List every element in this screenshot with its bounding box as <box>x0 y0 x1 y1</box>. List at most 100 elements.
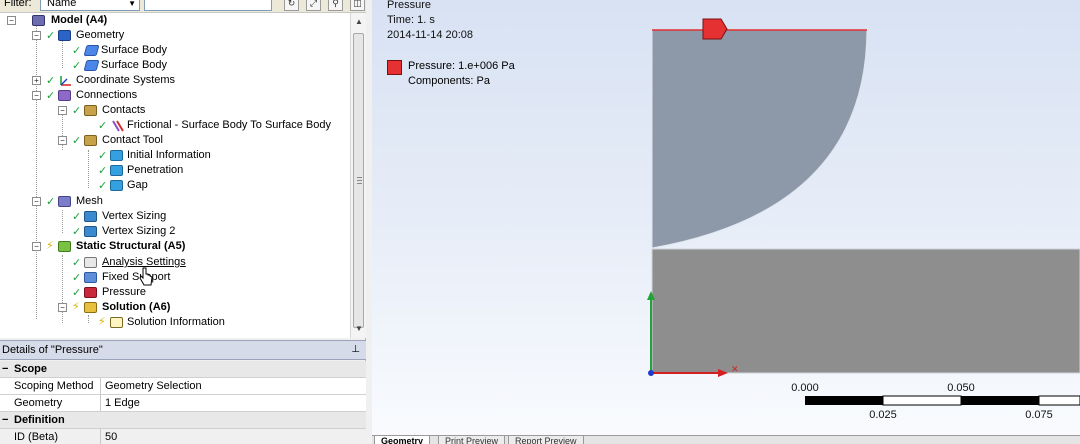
collapse-icon[interactable]: − <box>58 106 67 115</box>
tree-line <box>62 37 63 68</box>
check-icon: ✓ <box>72 226 82 238</box>
collapse-icon[interactable]: − <box>7 16 16 25</box>
scroll-down-button[interactable]: ▼ <box>352 322 366 336</box>
details-section-label: Scope <box>14 363 48 375</box>
model-icon <box>32 15 45 26</box>
details-value[interactable]: 1 Edge <box>105 395 140 411</box>
tree-item-label: Static Structural (A5) <box>76 240 186 252</box>
collapse-icon[interactable]: − <box>32 31 41 40</box>
tree-scrollbar[interactable]: ▲ ▼ <box>350 13 366 338</box>
check-icon: ✓ <box>72 45 82 57</box>
details-key: ID (Beta) <box>13 429 101 444</box>
filter-bar: Filter: Name ▼ ↻ ⤢ ⚲ ◫ <box>0 0 366 13</box>
scale-bar-segment <box>1038 395 1080 406</box>
solution-information-icon <box>110 317 123 328</box>
scroll-grip <box>357 183 362 184</box>
filter-toolbar-button-4[interactable]: ◫ <box>350 0 365 11</box>
details-table: − Scope Scoping Method Geometry Selectio… <box>0 361 366 444</box>
check-icon: ✓ <box>72 105 82 117</box>
tree-item-label: Model (A4) <box>51 14 108 26</box>
surface-body-icon <box>83 45 100 56</box>
tree-item-label: Contacts <box>102 104 146 116</box>
details-value[interactable]: 50 <box>105 429 117 444</box>
details-section-label: Definition <box>14 414 65 426</box>
collapse-icon[interactable]: − <box>32 91 41 100</box>
coordinate-axes-glyph <box>60 76 71 86</box>
collapse-icon[interactable]: − <box>2 412 8 428</box>
scroll-up-button[interactable]: ▲ <box>352 15 366 29</box>
tree-item-label: Vertex Sizing 2 <box>102 225 176 237</box>
contact-tool-icon <box>84 135 97 146</box>
static-structural-icon <box>58 241 71 252</box>
quarter-disk-body[interactable] <box>651 29 868 249</box>
refresh-icon: ↻ <box>287 0 296 8</box>
result-icon <box>110 180 123 191</box>
outline-tree: − Model (A4) − ✓ Geometry ✓ Surface Body… <box>0 13 350 338</box>
pin-icon[interactable]: ⊥ <box>351 344 360 355</box>
frictional-contact-glyph <box>112 120 124 132</box>
x-axis-cross-icon: ✕ <box>731 364 739 374</box>
lightning-icon: ⚡ <box>72 301 80 313</box>
filter-search-input[interactable] <box>144 0 272 11</box>
viewport-tabs: Geometry Print Preview Report Preview <box>372 435 1080 444</box>
filter-toolbar-button-3[interactable]: ⚲ <box>328 0 343 11</box>
details-title: Details of "Pressure" <box>2 344 103 356</box>
check-icon: ✓ <box>72 135 82 147</box>
scale-bar-segment <box>882 395 962 406</box>
check-icon: ✓ <box>98 180 108 192</box>
tab-geometry[interactable]: Geometry <box>374 436 431 444</box>
filter-select[interactable]: Name ▼ <box>40 0 140 11</box>
scale-label-top: 0.000 <box>791 382 819 394</box>
details-row-scoping-method[interactable]: Scoping Method Geometry Selection <box>0 378 366 395</box>
tree-item-label: Fixed Support <box>102 271 171 283</box>
filter-toolbar-button-1[interactable]: ↻ <box>284 0 299 11</box>
collapse-icon[interactable]: − <box>58 303 67 312</box>
hand-cursor-icon <box>139 267 153 286</box>
check-icon: ✓ <box>46 30 56 42</box>
solution-icon <box>84 302 97 313</box>
model-geometry[interactable]: ✕ 0.000 0.050 0.025 0.075 <box>372 0 1080 435</box>
collapse-icon[interactable]: − <box>58 136 67 145</box>
surface-body-icon <box>83 60 100 71</box>
details-value[interactable]: Geometry Selection <box>105 378 202 394</box>
check-icon: ✓ <box>72 287 82 299</box>
tree-item-label: Frictional - Surface Body To Surface Bod… <box>127 119 332 131</box>
details-row-id[interactable]: ID (Beta) 50 <box>0 429 366 444</box>
details-section-scope[interactable]: − Scope <box>0 361 366 378</box>
collapse-icon[interactable]: − <box>2 361 8 377</box>
tab-report-preview[interactable]: Report Preview <box>508 436 584 444</box>
tree-line <box>88 315 89 323</box>
check-icon: ✓ <box>46 75 56 87</box>
sizing-icon <box>84 211 97 222</box>
tree-item-label: Mesh <box>76 195 103 207</box>
z-axis-icon <box>648 370 654 376</box>
sizing-icon <box>84 226 97 237</box>
lightning-icon: ⚡ <box>98 316 106 328</box>
filter-toolbar-button-2[interactable]: ⤢ <box>306 0 321 11</box>
check-icon: ✓ <box>72 272 82 284</box>
tree-item-label: Solution (A6) <box>102 301 171 313</box>
graphics-viewport[interactable]: Pressure Time: 1. s 2014-11-14 20:08 Pre… <box>372 0 1080 435</box>
tree-item-label: Vertex Sizing <box>102 210 167 222</box>
base-block-body[interactable] <box>651 248 1080 374</box>
options-icon: ◫ <box>353 0 362 8</box>
tree-item-label: Penetration <box>127 164 184 176</box>
collapse-icon[interactable]: − <box>32 242 41 251</box>
check-icon: ✓ <box>98 165 108 177</box>
check-icon: ✓ <box>72 60 82 72</box>
collapse-icon[interactable]: − <box>32 197 41 206</box>
tab-print-preview[interactable]: Print Preview <box>438 436 506 444</box>
details-header: Details of "Pressure" ⊥ <box>0 340 366 360</box>
tree-item-label: Connections <box>76 89 138 101</box>
details-section-definition[interactable]: − Definition <box>0 412 366 429</box>
details-row-geometry[interactable]: Geometry 1 Edge <box>0 395 366 412</box>
scroll-thumb[interactable] <box>353 33 364 328</box>
expand-icon[interactable]: + <box>32 76 41 85</box>
tree-line <box>62 210 63 233</box>
check-icon: ✓ <box>98 150 108 162</box>
coordinate-axes-icon <box>58 75 71 86</box>
pressure-icon <box>84 287 97 298</box>
scroll-grip <box>357 177 362 178</box>
tree-line <box>36 21 37 319</box>
scale-bar-segment <box>805 396 883 405</box>
